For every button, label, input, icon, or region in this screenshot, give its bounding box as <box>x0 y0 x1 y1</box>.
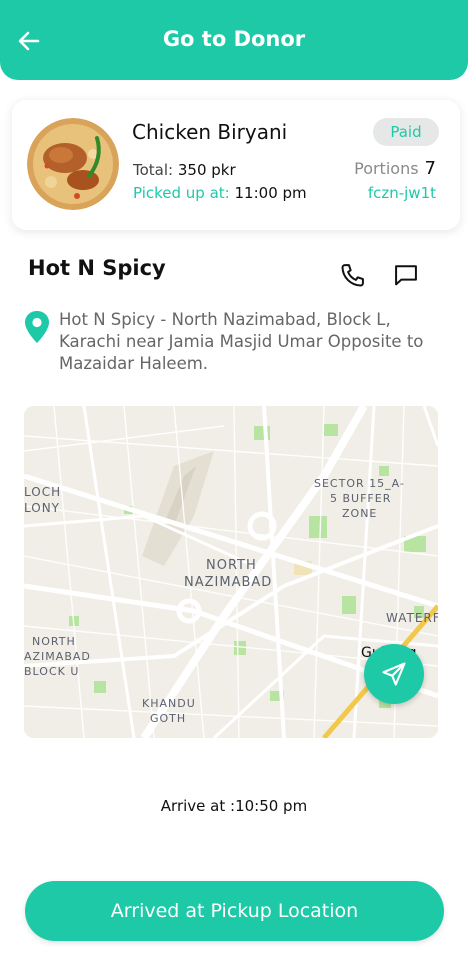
arrived-at-pickup-button[interactable]: Arrived at Pickup Location <box>25 881 444 941</box>
map-label-sector-3: ZONE <box>342 507 378 520</box>
status-badge: Paid <box>373 118 439 146</box>
map-label-north: NORTH <box>206 558 257 573</box>
order-total: Total: 350 pkr <box>133 161 236 179</box>
donor-name: Hot N Spicy <box>28 256 166 280</box>
portions-label: Portions <box>354 159 419 178</box>
phone-icon[interactable] <box>339 261 367 289</box>
pickup-time: Picked up at: 11:00 pm <box>133 184 307 202</box>
total-label: Total: <box>133 161 174 179</box>
food-image <box>27 118 119 210</box>
total-value: 350 pkr <box>177 161 236 179</box>
order-code: fczn-jw1t <box>367 184 436 202</box>
location-pin-icon <box>24 310 50 344</box>
map-label-nazimabad: NAZIMABAD <box>184 575 273 590</box>
pickup-label: Picked up at: <box>133 184 230 202</box>
arrival-time: Arrive at :10:50 pm <box>160 797 308 815</box>
donor-address: Hot N Spicy - North Nazimabad, Block L, … <box>59 310 424 373</box>
map-label-sector-2: 5 BUFFER <box>330 492 392 505</box>
map-label-sector-1: SECTOR 15_A- <box>314 477 405 490</box>
map-label-loch: LOCH <box>24 485 62 499</box>
map-label-goth: GOTH <box>150 712 187 725</box>
map-label-waterf: WATERF <box>386 611 438 625</box>
portions-value: 7 <box>424 158 436 179</box>
portions: Portions 7 <box>354 158 436 179</box>
food-name: Chicken Biryani <box>132 120 288 144</box>
app-bar: Go to Donor <box>0 0 468 80</box>
map-label-block-1: NORTH <box>32 635 76 648</box>
map-label-lony: LONY <box>24 501 61 515</box>
pickup-value: 11:00 pm <box>234 184 307 202</box>
map-label-block-3: BLOCK U <box>24 665 80 678</box>
chat-icon[interactable] <box>392 261 420 289</box>
map-label-khandu: KHANDU <box>142 697 196 710</box>
navigate-button[interactable] <box>364 644 424 704</box>
page-title: Go to Donor <box>162 27 306 51</box>
map-label-block-2: AZIMABAD <box>24 650 91 663</box>
order-card: Chicken Biryani Total: 350 pkr Picked up… <box>12 100 460 230</box>
